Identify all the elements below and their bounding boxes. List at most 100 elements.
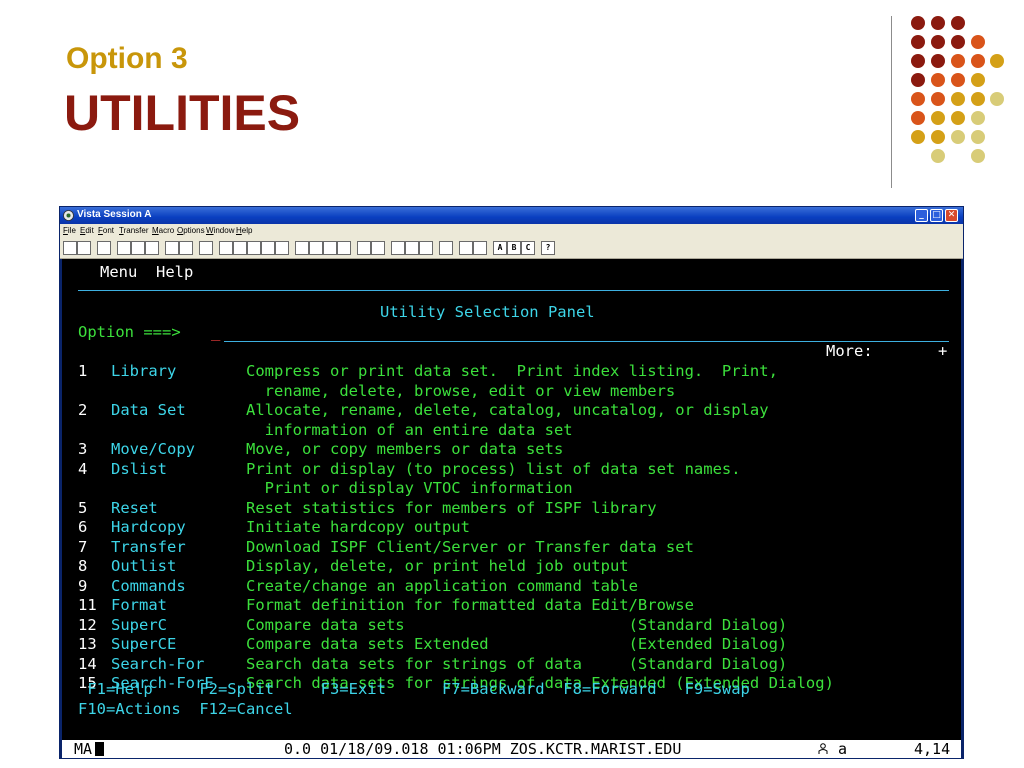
- option-number: 11: [78, 596, 97, 614]
- send-icon[interactable]: [165, 241, 179, 255]
- option-name[interactable]: Dslist: [111, 460, 167, 479]
- pause-icon[interactable]: [323, 241, 337, 255]
- menu-font[interactable]: Font: [98, 226, 114, 235]
- option-description: Initiate hardcopy output: [246, 518, 470, 536]
- option-number: 9: [78, 576, 88, 595]
- slide-divider: [891, 16, 892, 188]
- open-icon[interactable]: [77, 241, 91, 255]
- decorative-dot: [951, 73, 965, 87]
- option-input[interactable]: _: [211, 323, 220, 342]
- option-number: 2: [78, 401, 88, 419]
- option-name[interactable]: Outlist: [111, 557, 176, 576]
- decorative-dot: [951, 16, 965, 30]
- undo-icon[interactable]: [199, 241, 213, 255]
- display-icon[interactable]: [405, 241, 419, 255]
- option-description: Search data sets for strings of data (St…: [246, 654, 788, 673]
- macro5-icon[interactable]: [275, 241, 289, 255]
- keyboard-icon[interactable]: [391, 241, 405, 255]
- decorative-dot: [951, 54, 965, 68]
- decorative-dot: [971, 130, 985, 144]
- option-name[interactable]: Data Set: [111, 401, 186, 420]
- copy-icon[interactable]: [131, 241, 145, 255]
- cut-icon[interactable]: [117, 241, 131, 255]
- decorative-dot: [971, 149, 985, 163]
- menu-transfer[interactable]: Transfer: [119, 226, 149, 235]
- decorative-dot: [931, 111, 945, 125]
- menu-edit[interactable]: Edit: [80, 226, 94, 235]
- help-button[interactable]: ?: [541, 241, 555, 255]
- option-description: Format definition for formatted data Edi…: [246, 596, 694, 614]
- decorative-dot: [911, 130, 925, 144]
- option-name[interactable]: Transfer: [111, 538, 186, 557]
- function-keys-line-2: F10=Actions F12=Cancel: [78, 700, 293, 718]
- macro1-icon[interactable]: [219, 241, 233, 255]
- option-description: Compare data sets (Standard Dialog): [246, 615, 788, 634]
- menu-macro[interactable]: Macro: [152, 226, 174, 235]
- option-name[interactable]: Commands: [111, 577, 186, 596]
- ispf-menu-item-help[interactable]: Help: [156, 263, 193, 281]
- decorative-dot: [911, 35, 925, 49]
- option-description: Reset statistics for members of ISPF lib…: [246, 498, 657, 517]
- minimize-button[interactable]: _: [915, 209, 928, 222]
- print-icon[interactable]: [97, 241, 111, 255]
- decorative-dot: [911, 111, 925, 125]
- font-icon[interactable]: [439, 241, 453, 255]
- decorative-dot: [931, 149, 945, 163]
- letter-a-button[interactable]: A: [493, 241, 507, 255]
- window-titlebar[interactable]: Vista Session A _ □ ✕: [60, 207, 963, 224]
- panel-title: Utility Selection Panel: [380, 303, 595, 321]
- close-button[interactable]: ✕: [945, 209, 958, 222]
- menu-separator: [78, 290, 949, 291]
- menu-help[interactable]: Help: [236, 226, 252, 235]
- option-description: Display, delete, or print held job outpu…: [246, 557, 629, 575]
- decorative-dot: [971, 111, 985, 125]
- option-description: Create/change an application command tab…: [246, 576, 638, 595]
- option-name[interactable]: SuperC: [111, 616, 167, 635]
- option-name[interactable]: Hardcopy: [111, 518, 186, 537]
- settings-icon[interactable]: [419, 241, 433, 255]
- option-number: 3: [78, 440, 88, 458]
- upload-icon[interactable]: [357, 241, 371, 255]
- maximize-button[interactable]: □: [930, 209, 943, 222]
- option-name[interactable]: Library: [111, 362, 176, 381]
- option-number: 13: [78, 635, 97, 653]
- vista-session-window: Vista Session A _ □ ✕ File Edit Font Tra…: [59, 206, 964, 759]
- macro2-icon[interactable]: [233, 241, 247, 255]
- window-title: Vista Session A: [77, 209, 152, 220]
- ispf-menu-item-menu[interactable]: Menu: [100, 263, 137, 281]
- decorative-dot: [951, 92, 965, 106]
- option-name[interactable]: Format: [111, 596, 167, 615]
- download-icon[interactable]: [371, 241, 385, 255]
- session-icon[interactable]: [473, 241, 487, 255]
- play-icon[interactable]: [309, 241, 323, 255]
- new-icon[interactable]: [63, 241, 77, 255]
- macro4-icon[interactable]: [261, 241, 275, 255]
- record-icon[interactable]: [295, 241, 309, 255]
- decorative-dot: [931, 35, 945, 49]
- clipboard-icon[interactable]: [459, 241, 473, 255]
- receive-icon[interactable]: [179, 241, 193, 255]
- decorative-dot: [931, 16, 945, 30]
- status-info: 0.0 01/18/09.018 01:06PM ZOS.KCTR.MARIST…: [284, 740, 682, 758]
- option-description: Download ISPF Client/Server or Transfer …: [246, 537, 694, 556]
- option-name[interactable]: Reset: [111, 499, 158, 518]
- stop-icon[interactable]: [337, 241, 351, 255]
- decorative-dot: [911, 16, 925, 30]
- option-description: information of an entire data set: [246, 420, 573, 439]
- option-name[interactable]: Move/Copy: [111, 440, 195, 459]
- paste-icon[interactable]: [145, 241, 159, 255]
- terminal-screen[interactable]: Menu Help Utility Selection Panel Option…: [62, 259, 961, 740]
- letter-c-button[interactable]: C: [521, 241, 535, 255]
- letter-b-button[interactable]: B: [507, 241, 521, 255]
- macro3-icon[interactable]: [247, 241, 261, 255]
- decorative-dot: [911, 54, 925, 68]
- status-bar: MA 0.0 01/18/09.018 01:06PM ZOS.KCTR.MAR…: [62, 740, 961, 758]
- menu-window[interactable]: Window: [206, 226, 234, 235]
- option-name[interactable]: SuperCE: [111, 635, 176, 654]
- function-keys-line-1: F1=Help F2=Split F3=Exit F7=Backward F8=…: [78, 680, 750, 698]
- option-number: 7: [78, 537, 88, 556]
- app-icon: [63, 210, 74, 221]
- menu-options[interactable]: Options: [177, 226, 205, 235]
- option-name[interactable]: Search-For: [111, 655, 204, 674]
- menu-file[interactable]: File: [63, 226, 76, 235]
